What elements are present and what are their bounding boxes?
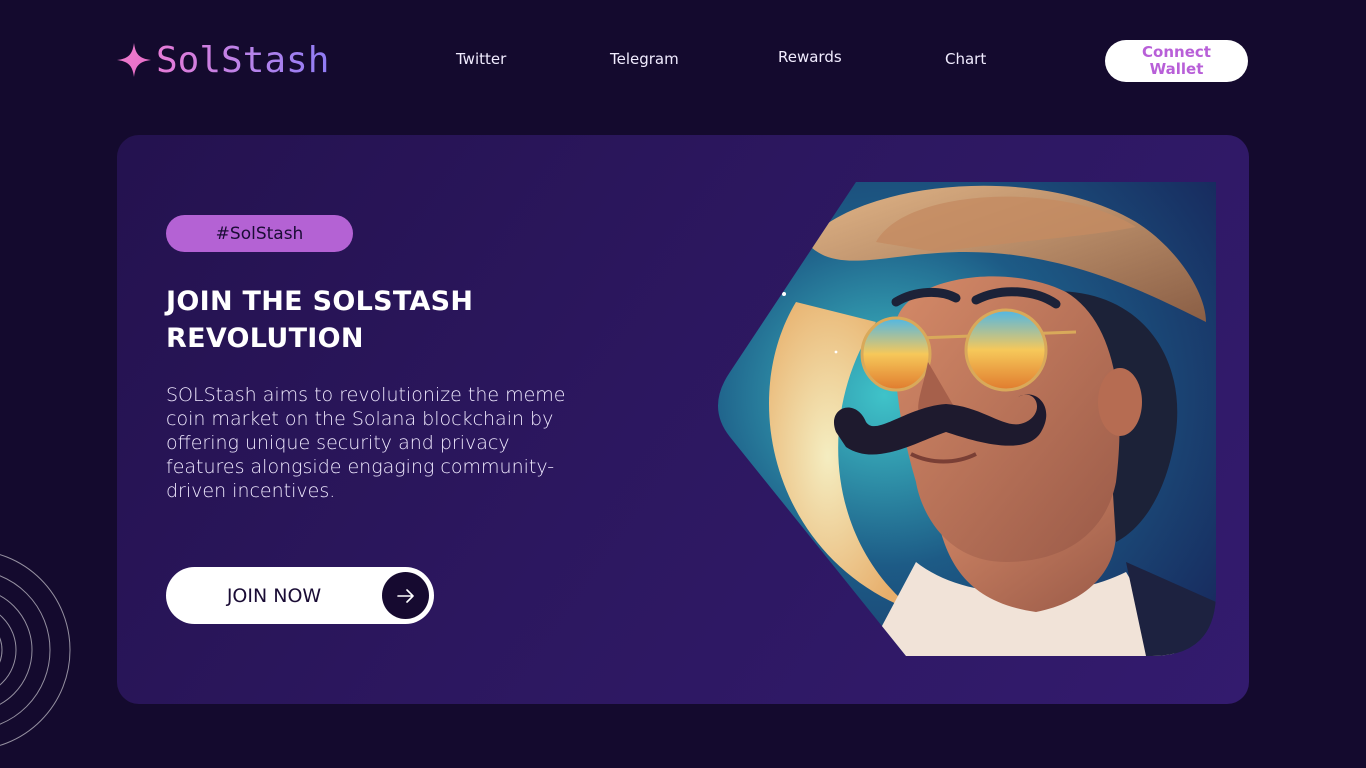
hashtag-badge: #SolStash [166, 215, 353, 252]
brand-name: SolStash [156, 39, 330, 81]
connect-wallet-button[interactable]: Connect Wallet [1105, 40, 1248, 82]
nav-link-twitter[interactable]: Twitter [456, 50, 506, 68]
hero-headline: JOIN THE SOLSTASH REVOLUTION [166, 283, 586, 357]
mascot-portrait-illustration [718, 182, 1216, 656]
hero-description: SOLStash aims to revolutionize the meme … [166, 384, 566, 502]
decorative-rings [0, 554, 71, 746]
join-now-label: JOIN NOW [226, 584, 322, 607]
nav-link-rewards[interactable]: Rewards [778, 48, 842, 66]
hero-headline-line2: REVOLUTION [166, 323, 364, 354]
sparkle-star-icon [117, 43, 151, 77]
join-now-button[interactable]: JOIN NOW [166, 567, 434, 624]
brand-logo[interactable]: SolStash [116, 38, 329, 82]
nav-link-chart[interactable]: Chart [945, 50, 986, 68]
connect-wallet-label: Connect Wallet [1142, 43, 1211, 78]
nav-link-telegram[interactable]: Telegram [610, 50, 679, 68]
hero-card: #SolStash JOIN THE SOLSTASH REVOLUTION S… [117, 135, 1249, 704]
hero-headline-line1: JOIN THE SOLSTASH [166, 286, 474, 317]
arrow-right-icon [382, 572, 429, 619]
